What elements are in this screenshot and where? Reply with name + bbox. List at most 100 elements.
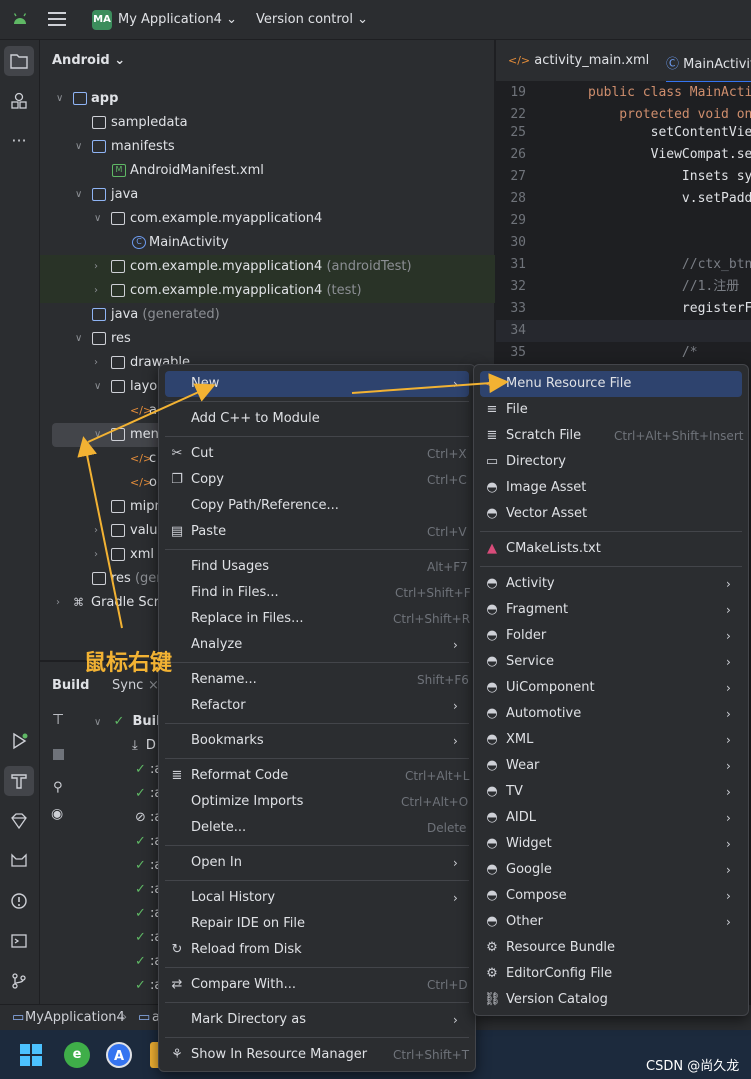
tab-mainactivity[interactable]: Ⓒ MainActivity — [666, 53, 751, 83]
submenu-item-service[interactable]: ◓ Service › — [480, 649, 742, 675]
chevron-down-icon[interactable]: ∨ — [56, 87, 68, 111]
tree-node-package-androidtest[interactable]: › com.example.myapplication4 (androidTes… — [40, 255, 495, 279]
menu-item-rename[interactable]: Rename... Shift+F6 — [165, 667, 469, 693]
tab-build[interactable]: Build — [52, 678, 89, 693]
submenu-item-vector-asset[interactable]: ◓ Vector Asset — [480, 501, 742, 527]
chevron-down-icon[interactable]: ∨ — [94, 423, 106, 447]
tree-node-manifests[interactable]: ∨ manifests — [40, 135, 495, 159]
submenu-item-aidl[interactable]: ◓ AIDL › — [480, 805, 742, 831]
menu-item-copy[interactable]: ❐ Copy Ctrl+C — [165, 467, 469, 493]
menu-item-find-usages[interactable]: Find Usages Alt+F7 — [165, 554, 469, 580]
tree-node-app[interactable]: ∨ app — [40, 87, 495, 111]
tree-node-res[interactable]: ∨ res — [40, 327, 495, 351]
problems-icon[interactable] — [4, 886, 34, 916]
more-tools-icon[interactable]: ··· — [4, 126, 34, 156]
menu-item-copy-path[interactable]: Copy Path/Reference... — [165, 493, 469, 519]
project-switcher[interactable]: My Application4 ⌄ — [118, 12, 237, 27]
menu-item-local-history[interactable]: Local History › — [165, 885, 469, 911]
submenu-item-folder[interactable]: ◓ Folder › — [480, 623, 742, 649]
menu-item-reformat-code[interactable]: ≣ Reformat Code Ctrl+Alt+L — [165, 763, 470, 789]
menu-item-refactor[interactable]: Refactor › — [165, 693, 469, 719]
tree-node-java-generated[interactable]: java (generated) — [40, 303, 495, 327]
chevron-right-icon[interactable]: › — [94, 519, 106, 543]
submenu-item-other[interactable]: ◓ Other › — [480, 909, 742, 935]
terminal-icon[interactable] — [4, 926, 34, 956]
submenu-item-wear[interactable]: ◓ Wear › — [480, 753, 742, 779]
menu-item-cut[interactable]: ✂ Cut Ctrl+X — [165, 441, 469, 467]
menu-item-replace-in-files[interactable]: Replace in Files... Ctrl+Shift+R — [165, 606, 470, 632]
submenu-item-resource-bundle[interactable]: ⚙ Resource Bundle — [480, 935, 742, 961]
chevron-right-icon[interactable]: › — [94, 255, 106, 279]
submenu-item-directory[interactable]: ▭ Directory — [480, 449, 742, 475]
tree-node-package[interactable]: ∨ com.example.myapplication4 — [40, 207, 495, 231]
tree-node-sampledata[interactable]: sampledata — [40, 111, 495, 135]
menu-item-analyze[interactable]: Analyze › — [165, 632, 469, 658]
breadcrumb-project[interactable]: MyApplication4 — [25, 1005, 125, 1031]
menu-item-bookmarks[interactable]: Bookmarks › — [165, 728, 469, 754]
menu-item-find-in-files[interactable]: Find in Files... Ctrl+Shift+F — [165, 580, 471, 606]
run-icon[interactable] — [4, 726, 34, 756]
chevron-down-icon[interactable]: ∨ — [75, 183, 87, 207]
submenu-item-tv[interactable]: ◓ TV › — [480, 779, 742, 805]
chevron-right-icon[interactable]: › — [94, 279, 106, 303]
build-hammer-icon[interactable]: ⊤ — [52, 712, 64, 728]
menu-item-optimize-imports[interactable]: Optimize Imports Ctrl+Alt+O — [165, 789, 469, 815]
tab-activity-main-xml[interactable]: </> activity_main.xml — [508, 53, 649, 68]
windows-start-icon[interactable] — [20, 1044, 42, 1066]
gem-icon[interactable] — [4, 806, 34, 836]
git-branch-icon[interactable] — [4, 966, 34, 996]
submenu-item-menu-resource-file[interactable]: </> Menu Resource File — [480, 371, 742, 397]
chevron-right-icon[interactable]: › — [94, 351, 106, 375]
submenu-item-automotive[interactable]: ◓ Automotive › — [480, 701, 742, 727]
submenu-item-cmakelists[interactable]: ▲ CMakeLists.txt — [480, 536, 742, 562]
chevron-down-icon[interactable]: ∨ — [75, 327, 87, 351]
logcat-cat-icon[interactable] — [4, 846, 34, 876]
resource-manager-icon[interactable] — [4, 86, 34, 116]
chevron-down-icon[interactable]: ∨ — [94, 207, 106, 231]
eye-icon[interactable]: ◉ — [51, 806, 63, 822]
menu-item-show-in-resource-manager[interactable]: ⚘ Show In Resource Manager Ctrl+Shift+T — [165, 1042, 469, 1068]
submenu-item-fragment[interactable]: ◓ Fragment › — [480, 597, 742, 623]
main-menu-icon[interactable] — [48, 12, 66, 26]
tree-node-package-test[interactable]: › com.example.myapplication4 (test) — [40, 279, 495, 303]
submenu-item-editorconfig[interactable]: ⚙ EditorConfig File — [480, 961, 742, 987]
menu-item-repair-ide[interactable]: Repair IDE on File — [165, 911, 469, 937]
submenu-item-activity[interactable]: ◓ Activity › — [480, 571, 742, 597]
submenu-item-version-catalog[interactable]: ⛓ Version Catalog — [480, 987, 742, 1013]
menu-item-new[interactable]: New › — [165, 371, 469, 397]
submenu-item-uicomponent[interactable]: ◓ UiComponent › — [480, 675, 742, 701]
version-control-menu[interactable]: Version control ⌄ — [256, 12, 368, 27]
submenu-item-google[interactable]: ◓ Google › — [480, 857, 742, 883]
menu-item-open-in[interactable]: Open In › — [165, 850, 469, 876]
project-view-selector[interactable]: Android ⌄ — [52, 53, 125, 68]
chevron-down-icon[interactable]: ∨ — [94, 717, 101, 728]
tree-node-menu[interactable]: ∨ menu — [52, 423, 172, 447]
tree-node-mainactivity[interactable]: C MainActivity — [40, 231, 495, 255]
submenu-item-compose[interactable]: ◓ Compose › — [480, 883, 742, 909]
submenu-item-file[interactable]: ≡ File — [480, 397, 742, 423]
build-hammer-icon[interactable] — [4, 766, 34, 796]
chevron-down-icon[interactable]: ∨ — [75, 135, 87, 159]
submenu-item-xml[interactable]: ◓ XML › — [480, 727, 742, 753]
tab-sync[interactable]: Sync — [112, 678, 143, 693]
chevron-right-icon[interactable]: › — [94, 543, 106, 567]
menu-item-add-cpp[interactable]: Add C++ to Module — [165, 406, 469, 432]
chevron-right-icon[interactable]: › — [56, 591, 68, 615]
chevron-down-icon[interactable]: ∨ — [94, 375, 106, 399]
browser-icon[interactable]: e — [64, 1042, 90, 1068]
submenu-item-scratch-file[interactable]: ≣ Scratch File Ctrl+Alt+Shift+Insert — [480, 423, 744, 449]
submenu-item-widget[interactable]: ◓ Widget › — [480, 831, 742, 857]
build-download-node[interactable]: ⤓ D — [132, 734, 156, 758]
menu-item-compare-with[interactable]: ⇄ Compare With... Ctrl+D — [165, 972, 469, 998]
menu-item-paste[interactable]: ▤ Paste Ctrl+V — [165, 519, 469, 545]
menu-item-reload-from-disk[interactable]: ↻ Reload from Disk — [165, 937, 469, 963]
menu-item-delete[interactable]: Delete... Delete — [165, 815, 469, 841]
menu-item-mark-directory-as[interactable]: Mark Directory as › — [165, 1007, 469, 1033]
android-studio-icon[interactable]: A — [106, 1042, 132, 1068]
tree-node-java[interactable]: ∨ java — [40, 183, 495, 207]
project-folder-icon[interactable] — [4, 46, 34, 76]
project-badge[interactable]: MA — [92, 10, 112, 30]
tree-node-androidmanifest[interactable]: M AndroidManifest.xml — [40, 159, 495, 183]
submenu-item-image-asset[interactable]: ◓ Image Asset — [480, 475, 742, 501]
stop-icon[interactable] — [53, 749, 64, 760]
